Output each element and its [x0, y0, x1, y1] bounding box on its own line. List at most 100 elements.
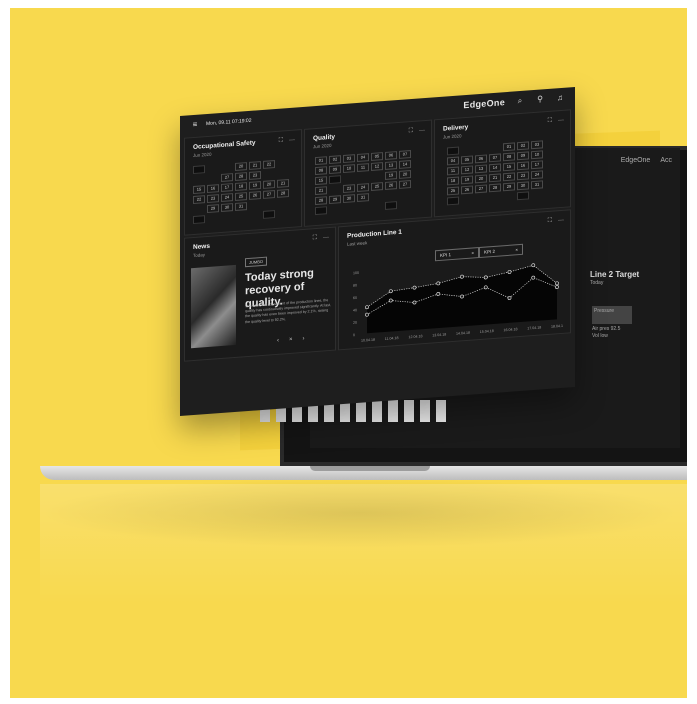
calendar-day[interactable]: 31: [235, 202, 247, 211]
calendar-day[interactable]: 19: [249, 181, 261, 190]
more-icon[interactable]: ⋯: [289, 137, 295, 144]
expand-icon[interactable]: ⛶: [548, 218, 552, 225]
calendar-day[interactable]: 26: [385, 181, 397, 190]
calendar-day[interactable]: 12: [371, 162, 383, 171]
calendar-day[interactable]: 19: [385, 171, 397, 180]
close-icon[interactable]: ×: [515, 247, 518, 252]
calendar-day[interactable]: 09: [329, 165, 341, 175]
panel-subtitle[interactable]: Today: [193, 252, 205, 258]
close-icon[interactable]: ×: [289, 337, 293, 343]
calendar-day[interactable]: 22: [193, 195, 205, 205]
calendar-day[interactable]: 27: [263, 190, 275, 199]
expand-icon[interactable]: ⛶: [313, 235, 317, 242]
calendar-day[interactable]: 21: [249, 161, 261, 170]
date-label[interactable]: Mon, 09.11 07:19:02: [206, 118, 252, 127]
calendar-day[interactable]: 14: [399, 160, 411, 169]
calendar-day[interactable]: 07: [399, 150, 411, 159]
calendar-day[interactable]: 17: [531, 160, 543, 170]
more-icon[interactable]: ⋯: [419, 127, 425, 134]
calendar-day[interactable]: 01: [315, 156, 327, 166]
close-icon[interactable]: ×: [471, 250, 474, 255]
panel-subtitle[interactable]: Jun 2020: [443, 133, 462, 139]
calendar-day[interactable]: 08: [315, 166, 327, 176]
calendar-day[interactable]: 22: [263, 160, 275, 169]
panel-subtitle[interactable]: Jun 2020: [193, 152, 212, 158]
calendar-day[interactable]: 08: [503, 152, 515, 162]
data-point[interactable]: [483, 285, 488, 290]
calendar-day[interactable]: 03: [343, 154, 355, 164]
calendar-day[interactable]: 27: [475, 184, 487, 194]
calendar-day[interactable]: 02: [329, 155, 341, 165]
data-point[interactable]: [412, 300, 417, 305]
data-point[interactable]: [483, 275, 488, 280]
data-point[interactable]: [531, 263, 536, 268]
calendar-day[interactable]: 30: [221, 203, 233, 212]
calendar-day[interactable]: 15: [503, 162, 515, 172]
calendar-day[interactable]: 21: [277, 178, 289, 188]
filter-icon[interactable]: ⚲: [535, 94, 545, 105]
data-point[interactable]: [388, 289, 393, 294]
calendar-day[interactable]: 06: [385, 151, 397, 160]
data-point[interactable]: [412, 285, 417, 290]
calendar-day[interactable]: 05: [371, 152, 383, 161]
calendar-day[interactable]: 10: [531, 150, 543, 160]
calendar-day[interactable]: 16: [517, 161, 529, 171]
calendar-day[interactable]: 03: [531, 140, 543, 150]
calendar-day[interactable]: 27: [399, 180, 411, 189]
calendar-day[interactable]: 07: [489, 153, 501, 163]
calendar-day[interactable]: 20: [263, 180, 275, 189]
bell-icon[interactable]: ♫: [555, 93, 565, 104]
panel-subtitle[interactable]: Last week: [347, 240, 367, 246]
data-point[interactable]: [436, 281, 441, 286]
calendar-day[interactable]: 26: [461, 185, 473, 195]
calendar-day[interactable]: 04: [447, 156, 459, 166]
data-point[interactable]: [365, 305, 369, 310]
data-point[interactable]: [460, 274, 464, 279]
calendar-day[interactable]: 15: [193, 185, 205, 195]
data-point[interactable]: [507, 296, 512, 300]
calendar-day[interactable]: 24: [357, 183, 369, 193]
calendar-day[interactable]: 26: [249, 191, 261, 200]
calendar-day[interactable]: 21: [315, 186, 327, 196]
calendar-day[interactable]: 06: [475, 154, 487, 164]
calendar-day[interactable]: 23: [249, 171, 261, 180]
more-icon[interactable]: ⋯: [558, 117, 564, 124]
calendar-day[interactable]: 15: [315, 176, 327, 186]
panel-subtitle[interactable]: Jun 2020: [313, 143, 332, 149]
calendar-day[interactable]: 27: [221, 173, 233, 182]
calendar-day[interactable]: 31: [357, 193, 369, 203]
calendar-day[interactable]: 18: [447, 176, 459, 186]
calendar-day[interactable]: 22: [503, 172, 515, 182]
data-point[interactable]: [436, 292, 441, 296]
calendar-day[interactable]: 28: [315, 196, 327, 206]
calendar-day[interactable]: 28: [235, 172, 247, 181]
data-point[interactable]: [388, 298, 393, 303]
calendar-day[interactable]: 23: [343, 184, 355, 194]
calendar-day[interactable]: 16: [207, 184, 219, 194]
calendar-day[interactable]: 29: [329, 195, 341, 205]
calendar-day[interactable]: 24: [221, 193, 233, 202]
calendar-day[interactable]: 18: [235, 182, 247, 191]
calendar-day[interactable]: 20: [399, 170, 411, 179]
calendar-day[interactable]: 29: [503, 182, 515, 192]
menu-icon[interactable]: ≡: [190, 120, 200, 131]
calendar-day[interactable]: 31: [531, 180, 543, 190]
calendar-day[interactable]: 20: [475, 174, 487, 184]
calendar-day[interactable]: 25: [235, 192, 247, 201]
calendar-day[interactable]: 04: [357, 153, 369, 163]
next-icon[interactable]: ›: [303, 336, 305, 342]
calendar-day[interactable]: 11: [447, 166, 459, 176]
expand-icon[interactable]: ⛶: [279, 137, 283, 144]
search-icon[interactable]: ⌕: [515, 96, 525, 107]
expand-icon[interactable]: ⛶: [409, 128, 413, 135]
calendar-day[interactable]: 30: [343, 194, 355, 204]
calendar-day[interactable]: 21: [489, 173, 501, 183]
data-point[interactable]: [460, 294, 464, 299]
calendar-day[interactable]: 25: [447, 186, 459, 196]
calendar-day[interactable]: 01: [503, 142, 515, 152]
calendar-day[interactable]: 23: [517, 171, 529, 181]
calendar-day[interactable]: 17: [221, 183, 233, 192]
calendar-day[interactable]: 02: [517, 141, 529, 151]
calendar-day[interactable]: 10: [343, 164, 355, 174]
calendar-day[interactable]: 13: [385, 161, 397, 170]
